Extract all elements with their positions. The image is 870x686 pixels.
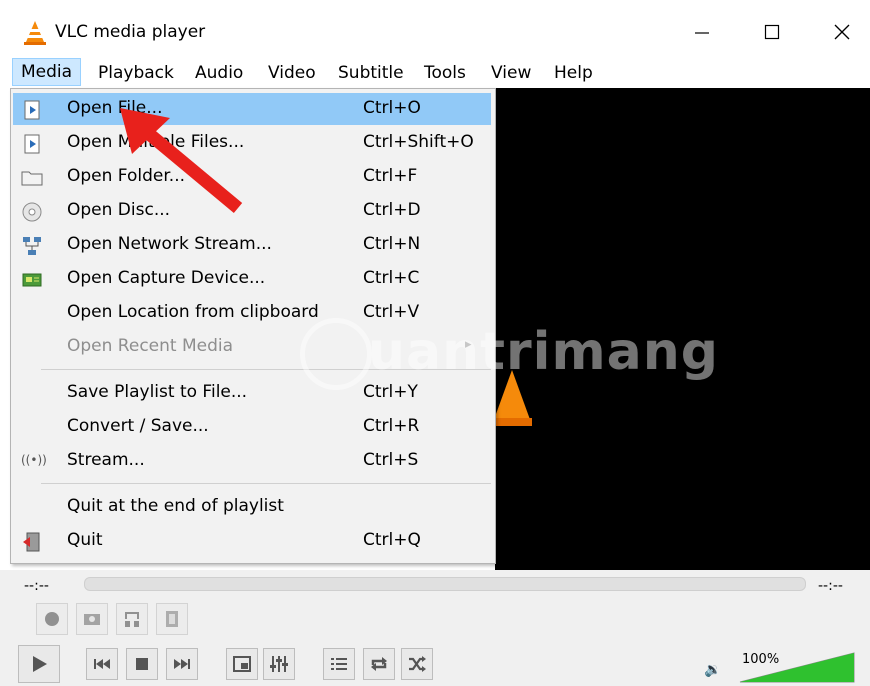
fullscreen-button[interactable] [226, 648, 258, 680]
loop-ab-button[interactable] [116, 603, 148, 635]
camera-icon [84, 614, 100, 625]
menu-view[interactable]: View [491, 60, 531, 86]
play-button[interactable] [18, 645, 60, 683]
film-frame-icon [166, 611, 178, 627]
annotation-arrow-icon [120, 108, 243, 213]
seek-slider[interactable] [84, 577, 806, 591]
watermark-text: uantrimang [368, 322, 719, 382]
shuffle-button[interactable] [401, 648, 433, 680]
window-title: VLC media player [55, 22, 206, 42]
menu-item-open-multiple-files[interactable]: Open Multiple Files... Ctrl+Shift+O [13, 127, 491, 159]
capture-card-icon [22, 273, 42, 287]
minimize-button[interactable] [682, 14, 722, 50]
menu-item-open-disc[interactable]: Open Disc... Ctrl+D [13, 195, 491, 227]
next-button[interactable] [166, 648, 198, 680]
stream-icon: ((•)) [21, 453, 47, 467]
minimize-icon [695, 32, 709, 34]
play-file-icon [24, 134, 40, 154]
maximize-icon [764, 24, 780, 40]
close-button[interactable] [822, 14, 862, 50]
menu-item-open-folder[interactable]: Open Folder... Ctrl+F [13, 161, 491, 193]
shuffle-icon [409, 656, 426, 672]
menu-audio[interactable]: Audio [195, 60, 243, 86]
record-icon [45, 612, 59, 626]
folder-icon [21, 171, 43, 186]
remaining-time: --:-- [818, 578, 843, 594]
previous-icon [94, 659, 110, 669]
snapshot-button[interactable] [76, 603, 108, 635]
close-icon [834, 24, 850, 40]
menu-item-convert-save[interactable]: Convert / Save... Ctrl+R [13, 411, 491, 443]
play-icon [33, 656, 47, 672]
vlc-cone-base [492, 418, 532, 426]
menu-item-open-capture-device[interactable]: Open Capture Device... Ctrl+C [13, 263, 491, 295]
disc-icon [22, 202, 42, 222]
playlist-button[interactable] [323, 648, 355, 680]
menu-playback[interactable]: Playback [98, 60, 174, 86]
menu-separator [41, 483, 491, 484]
menu-item-open-file[interactable]: Open File... Ctrl+O [13, 93, 491, 125]
quit-icon [23, 532, 40, 552]
next-icon [174, 659, 190, 669]
title-bar: VLC media player [0, 0, 870, 54]
vlc-cone-icon [24, 21, 46, 45]
menu-subtitle[interactable]: Subtitle [338, 60, 404, 86]
equalizer-icon [270, 656, 288, 672]
menu-help[interactable]: Help [554, 60, 593, 86]
stop-icon [136, 658, 148, 670]
menu-media[interactable]: Media [12, 58, 82, 86]
elapsed-time: --:-- [24, 578, 49, 594]
play-file-icon [24, 100, 40, 120]
record-button[interactable] [36, 603, 68, 635]
menu-video[interactable]: Video [268, 60, 316, 86]
frame-by-frame-button[interactable] [156, 603, 188, 635]
stop-button[interactable] [126, 648, 158, 680]
menu-item-stream[interactable]: ((•)) Stream... Ctrl+S [13, 445, 491, 477]
menu-tools[interactable]: Tools [424, 60, 466, 86]
menu-item-open-network-stream[interactable]: Open Network Stream... Ctrl+N [13, 229, 491, 261]
menu-item-quit-end-of-playlist[interactable]: Quit at the end of playlist [13, 491, 491, 523]
menu-bar: Media Playback Audio Video Subtitle Tool… [0, 54, 870, 88]
watermark-logo [300, 318, 372, 390]
maximize-button[interactable] [752, 14, 792, 50]
loop-icon [371, 657, 387, 671]
menu-item-quit[interactable]: Quit Ctrl+Q [13, 525, 491, 557]
extended-settings-button[interactable] [263, 648, 295, 680]
loop-button[interactable] [363, 648, 395, 680]
previous-button[interactable] [86, 648, 118, 680]
fullscreen-icon [233, 656, 251, 672]
volume-percent: 100% [742, 652, 780, 667]
network-icon [23, 237, 41, 255]
loop-ab-icon [125, 612, 139, 627]
playlist-icon [331, 658, 347, 670]
speaker-icon[interactable]: 🔉 [704, 662, 721, 678]
